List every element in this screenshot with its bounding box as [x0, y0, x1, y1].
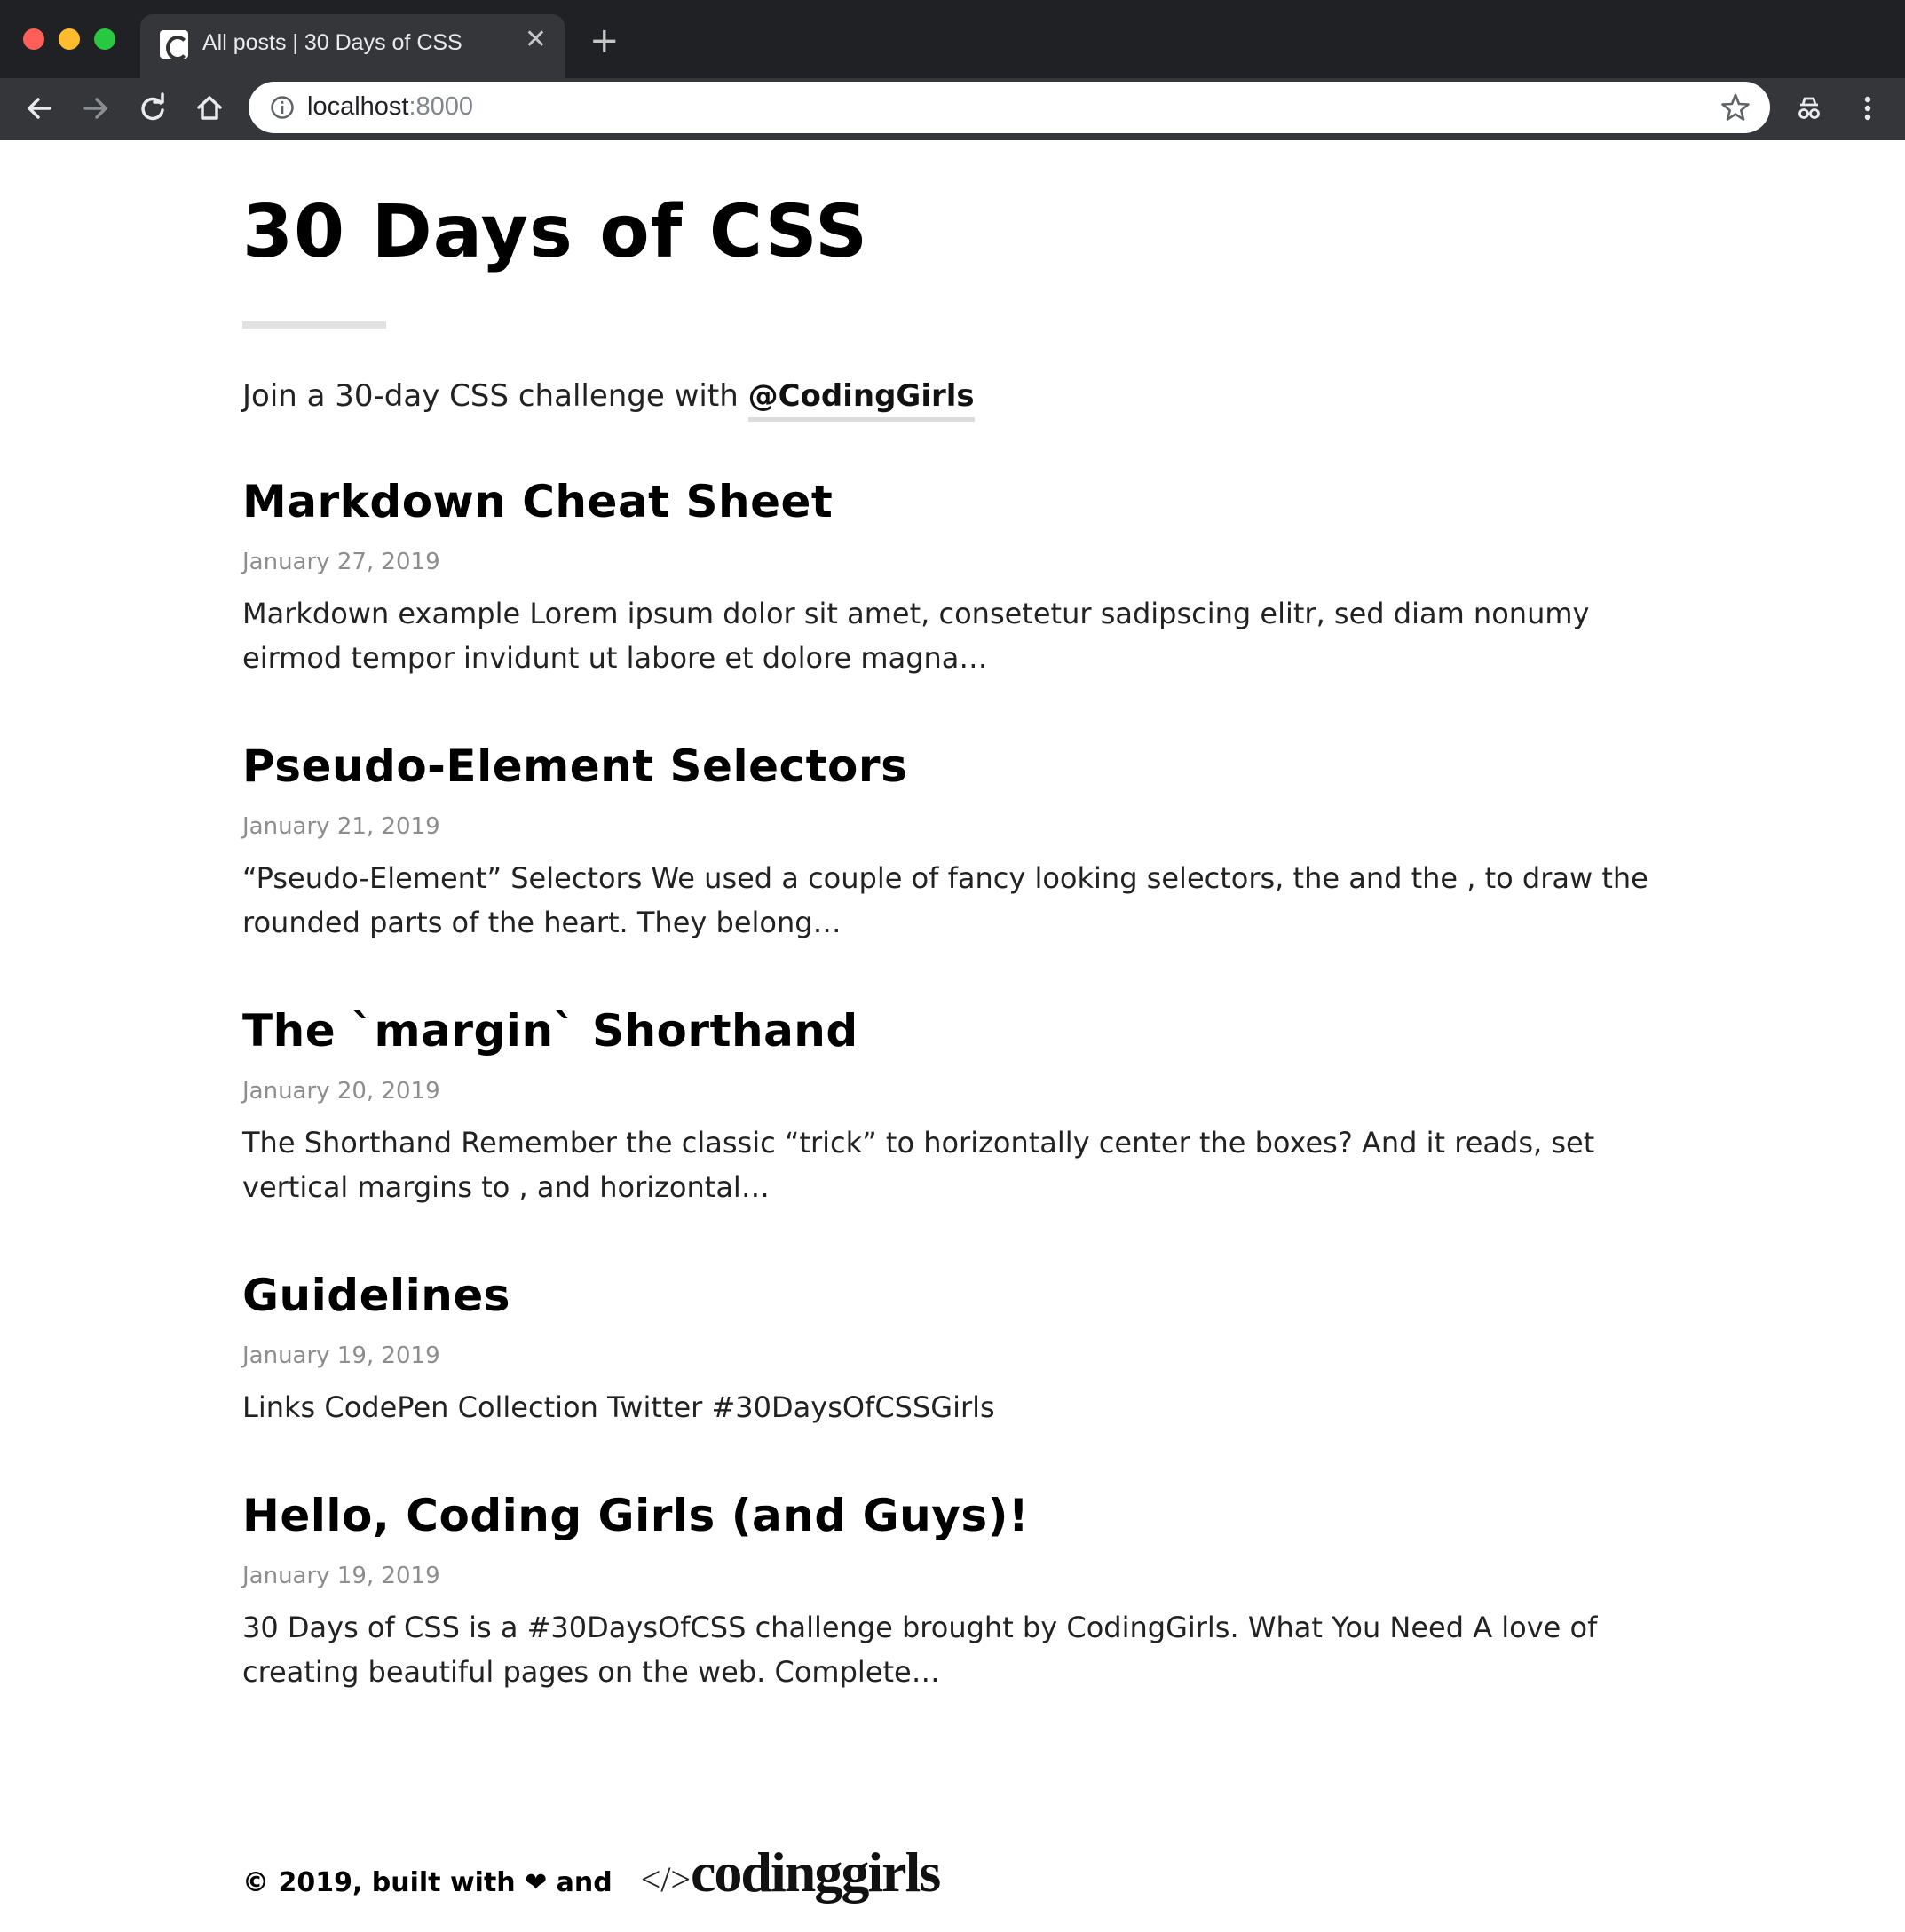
post-excerpt: 30 Days of CSS is a #30DaysOfCSS challen… [242, 1611, 1598, 1689]
post-item: Guidelines January 19, 2019 Links CodePe… [242, 1270, 1663, 1429]
post-date: January 27, 2019 [242, 549, 440, 575]
post-excerpt: Links CodePen Collection Twitter #30Days… [242, 1390, 995, 1424]
url-port: :8000 [408, 92, 474, 121]
codinggirls-logo-link[interactable]: </> codinggirls [640, 1840, 941, 1905]
incognito-icon[interactable] [1791, 91, 1827, 126]
browser-chrome: All posts | 30 Days of CSS ✕ + localhost… [0, 0, 1905, 140]
favicon-icon [160, 30, 189, 60]
post-excerpt: “Pseudo-Element” Selectors We used a cou… [242, 861, 1648, 939]
post-date: January 20, 2019 [242, 1078, 440, 1105]
post-item: Markdown Cheat Sheet January 27, 2019 Ma… [242, 476, 1663, 680]
browser-tab-active[interactable]: All posts | 30 Days of CSS ✕ [140, 14, 565, 78]
post-title-link[interactable]: Hello, Coding Girls (and Guys)! [242, 1490, 1663, 1541]
post-title-link[interactable]: The `margin` Shorthand [242, 1005, 1663, 1057]
tab-close-icon[interactable]: ✕ [525, 27, 547, 53]
url-text[interactable]: localhost:8000 [307, 92, 473, 122]
post-date: January 21, 2019 [242, 813, 440, 840]
post-excerpt: The Shorthand Remember the classic “tric… [242, 1126, 1595, 1204]
post-date: January 19, 2019 [242, 1563, 440, 1589]
post-title-link[interactable]: Guidelines [242, 1270, 1663, 1321]
footer-text: © 2019, built with ❤ and [242, 1867, 613, 1898]
title-bar: All posts | 30 Days of CSS ✕ + [0, 0, 1905, 78]
post-excerpt: Markdown example Lorem ipsum dolor sit a… [242, 597, 1590, 675]
post-item: Pseudo-Element Selectors January 21, 201… [242, 740, 1663, 945]
back-arrow-icon[interactable] [21, 91, 57, 126]
post-title-link[interactable]: Markdown Cheat Sheet [242, 476, 1663, 527]
kebab-menu-icon[interactable] [1850, 91, 1885, 126]
title-divider [242, 321, 386, 329]
browser-toolbar: localhost:8000 [0, 78, 1905, 140]
post-item: Hello, Coding Girls (and Guys)! January … [242, 1490, 1663, 1694]
info-icon[interactable] [270, 95, 295, 120]
address-bar[interactable]: localhost:8000 [249, 82, 1770, 133]
maximize-window-button[interactable] [94, 28, 115, 50]
codinggirls-link[interactable]: @CodingGirls [747, 378, 975, 422]
new-tab-button[interactable]: + [589, 23, 620, 59]
tab-title: All posts | 30 Days of CSS [202, 30, 462, 55]
forward-arrow-icon[interactable] [78, 91, 114, 126]
site-intro: Join a 30-day CSS challenge with @Coding… [242, 378, 975, 422]
site-footer: © 2019, built with ❤ and </> codinggirls [242, 1840, 941, 1905]
home-icon[interactable] [192, 91, 227, 126]
minimize-window-button[interactable] [59, 28, 80, 50]
star-icon[interactable] [1720, 92, 1751, 123]
site-title[interactable]: 30 Days of CSS [242, 190, 868, 274]
brand-name: codinggirls [691, 1841, 941, 1904]
post-date: January 19, 2019 [242, 1342, 440, 1369]
post-item: The `margin` Shorthand January 20, 2019 … [242, 1005, 1663, 1209]
url-host: localhost [307, 92, 409, 121]
close-window-button[interactable] [23, 28, 44, 50]
code-brackets-icon: </> [640, 1859, 691, 1899]
reload-icon[interactable] [135, 91, 170, 126]
post-title-link[interactable]: Pseudo-Element Selectors [242, 740, 1663, 792]
intro-text: Join a 30-day CSS challenge with [242, 378, 748, 414]
